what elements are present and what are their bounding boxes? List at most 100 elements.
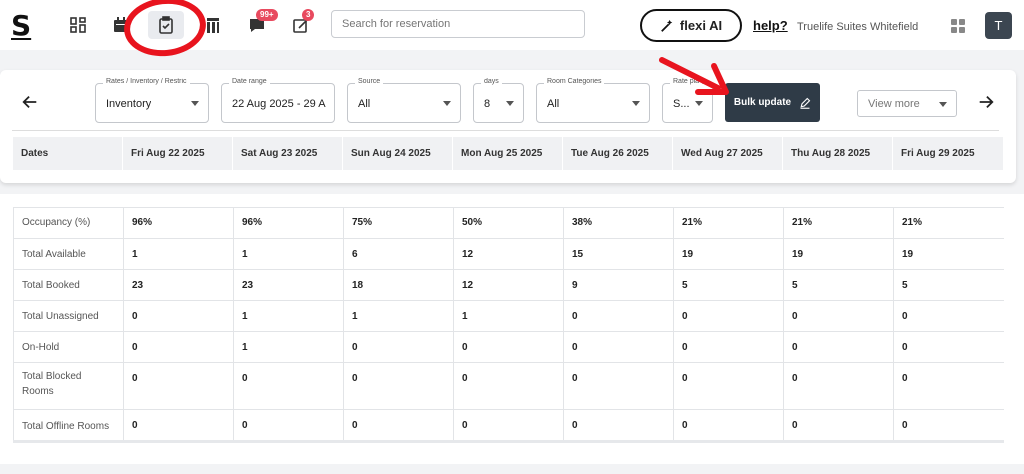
table-cell[interactable]: 21% xyxy=(673,207,783,238)
notes-icon[interactable]: 3 xyxy=(288,9,315,38)
source-select[interactable]: Source All xyxy=(347,78,461,123)
table-row: Occupancy (%) 96% 96% 75% 50% 38% 21% 21% 21% xyxy=(13,207,1004,239)
room-categories-select[interactable]: Room Categories All xyxy=(536,78,650,123)
table-cell[interactable]: 0 xyxy=(893,410,1004,442)
days-label: days xyxy=(481,78,502,85)
table-cell[interactable]: 19 xyxy=(783,239,893,269)
table-cell[interactable]: 0 xyxy=(563,410,673,442)
table-cell[interactable]: 21% xyxy=(893,207,1004,238)
date-range-field[interactable]: Date range 22 Aug 2025 - 29 A xyxy=(221,78,335,123)
table-row: Total Unassigned 0 1 1 1 0 0 0 0 xyxy=(13,301,1004,332)
user-avatar[interactable]: T xyxy=(985,12,1012,39)
table-cell[interactable]: 0 xyxy=(893,301,1004,331)
table-cell[interactable]: 5 xyxy=(783,270,893,300)
table-cell[interactable]: 0 xyxy=(123,301,233,331)
table-cell[interactable]: 5 xyxy=(673,270,783,300)
row-label: Total Blocked Rooms xyxy=(13,363,103,409)
table-row: Total Blocked Rooms 0 0 0 0 0 0 0 0 xyxy=(13,363,1004,410)
table-cell[interactable]: 0 xyxy=(123,332,233,362)
view-more-label: View more xyxy=(868,98,920,110)
table-cell[interactable]: 12 xyxy=(453,239,563,269)
table-cell[interactable]: 0 xyxy=(343,332,453,362)
table-cell[interactable]: 1 xyxy=(453,301,563,331)
table-cell[interactable]: 0 xyxy=(783,410,893,442)
table-cell[interactable]: 0 xyxy=(563,363,673,409)
search-input[interactable] xyxy=(331,10,585,38)
bulk-update-button[interactable]: Bulk update xyxy=(725,83,820,122)
table-cell[interactable]: 9 xyxy=(563,270,673,300)
dashboard-icon[interactable] xyxy=(65,12,91,38)
rates-inventory-value: Inventory xyxy=(106,98,152,110)
table-cell[interactable]: 0 xyxy=(453,363,563,409)
table-cell[interactable]: 0 xyxy=(343,363,453,409)
table-cell[interactable]: 96% xyxy=(123,207,233,238)
view-more-select[interactable]: View more xyxy=(857,90,957,117)
chevron-down-icon xyxy=(632,101,640,106)
table-cell[interactable]: 0 xyxy=(123,363,233,409)
table-cell[interactable]: 1 xyxy=(123,239,233,269)
flexi-ai-button[interactable]: flexi AI xyxy=(640,9,742,42)
table-cell[interactable]: 23 xyxy=(233,270,343,300)
help-link[interactable]: help? xyxy=(753,18,788,33)
table-cell[interactable]: 1 xyxy=(343,301,453,331)
row-label: Total Offline Rooms xyxy=(13,410,123,442)
room-categories-label: Room Categories xyxy=(544,78,605,85)
table-cell[interactable]: 19 xyxy=(893,239,1004,269)
table-cell[interactable]: 75% xyxy=(343,207,453,238)
row-label: On-Hold xyxy=(13,332,123,362)
table-cell[interactable]: 23 xyxy=(123,270,233,300)
table-cell[interactable]: 0 xyxy=(453,332,563,362)
rates-inventory-select[interactable]: Rates / Inventory / Restric Inventory xyxy=(95,78,209,123)
table-cell[interactable]: 38% xyxy=(563,207,673,238)
table-cell[interactable]: 0 xyxy=(673,410,783,442)
table-cell[interactable]: 0 xyxy=(343,410,453,442)
row-label: Total Booked xyxy=(13,270,123,300)
table-cell[interactable]: 19 xyxy=(673,239,783,269)
table-cell[interactable]: 18 xyxy=(343,270,453,300)
dates-header: Dates xyxy=(13,137,123,170)
table-cell[interactable]: 0 xyxy=(673,301,783,331)
table-cell[interactable]: 0 xyxy=(233,363,343,409)
divider xyxy=(12,130,999,131)
table-cell[interactable]: 0 xyxy=(673,363,783,409)
table-cell[interactable]: 0 xyxy=(453,410,563,442)
messages-badge: 99+ xyxy=(256,9,278,21)
table-cell[interactable]: 0 xyxy=(673,332,783,362)
table-cell[interactable]: 1 xyxy=(233,239,343,269)
apps-grid-icon[interactable] xyxy=(951,19,965,33)
table-cell[interactable]: 0 xyxy=(893,363,1004,409)
table-cell[interactable]: 21% xyxy=(783,207,893,238)
table-cell[interactable]: 0 xyxy=(563,301,673,331)
table-row: Total Available 1 1 6 12 15 19 19 19 xyxy=(13,239,1004,270)
days-select[interactable]: days 8 xyxy=(473,78,524,123)
table-cell[interactable]: 0 xyxy=(233,410,343,442)
next-arrow-icon[interactable] xyxy=(976,92,996,112)
table-cell[interactable]: 1 xyxy=(233,301,343,331)
messages-icon[interactable]: 99+ xyxy=(244,9,278,38)
table-cell[interactable]: 0 xyxy=(783,363,893,409)
hotel-name[interactable]: Truelife Suites Whitefield xyxy=(797,21,918,33)
table-cell[interactable]: 0 xyxy=(783,332,893,362)
rates-inventory-label: Rates / Inventory / Restric xyxy=(103,78,190,85)
table-cell[interactable]: 15 xyxy=(563,239,673,269)
bulk-update-label: Bulk update xyxy=(733,97,792,108)
table-cell[interactable]: 96% xyxy=(233,207,343,238)
app-logo[interactable]: S xyxy=(11,9,31,42)
table-cell[interactable]: 1 xyxy=(233,332,343,362)
prev-arrow-icon[interactable] xyxy=(20,92,40,112)
date-header-cell: Sat Aug 23 2025 xyxy=(233,137,343,170)
row-label: Total Unassigned xyxy=(13,301,123,331)
table-cell[interactable]: 5 xyxy=(893,270,1004,300)
table-cell[interactable]: 0 xyxy=(893,332,1004,362)
table-cell[interactable]: 0 xyxy=(563,332,673,362)
table-row: Total Booked 23 23 18 12 9 5 5 5 xyxy=(13,270,1004,301)
table-cell[interactable]: 0 xyxy=(783,301,893,331)
table-cell[interactable]: 0 xyxy=(123,410,233,442)
pencil-icon xyxy=(800,97,811,109)
date-range-value: 22 Aug 2025 - 29 A xyxy=(232,98,326,110)
table-cell[interactable]: 50% xyxy=(453,207,563,238)
rate-plan-value: S... xyxy=(673,98,690,110)
table-cell[interactable]: 12 xyxy=(453,270,563,300)
table-cell[interactable]: 6 xyxy=(343,239,453,269)
source-label: Source xyxy=(355,78,384,85)
